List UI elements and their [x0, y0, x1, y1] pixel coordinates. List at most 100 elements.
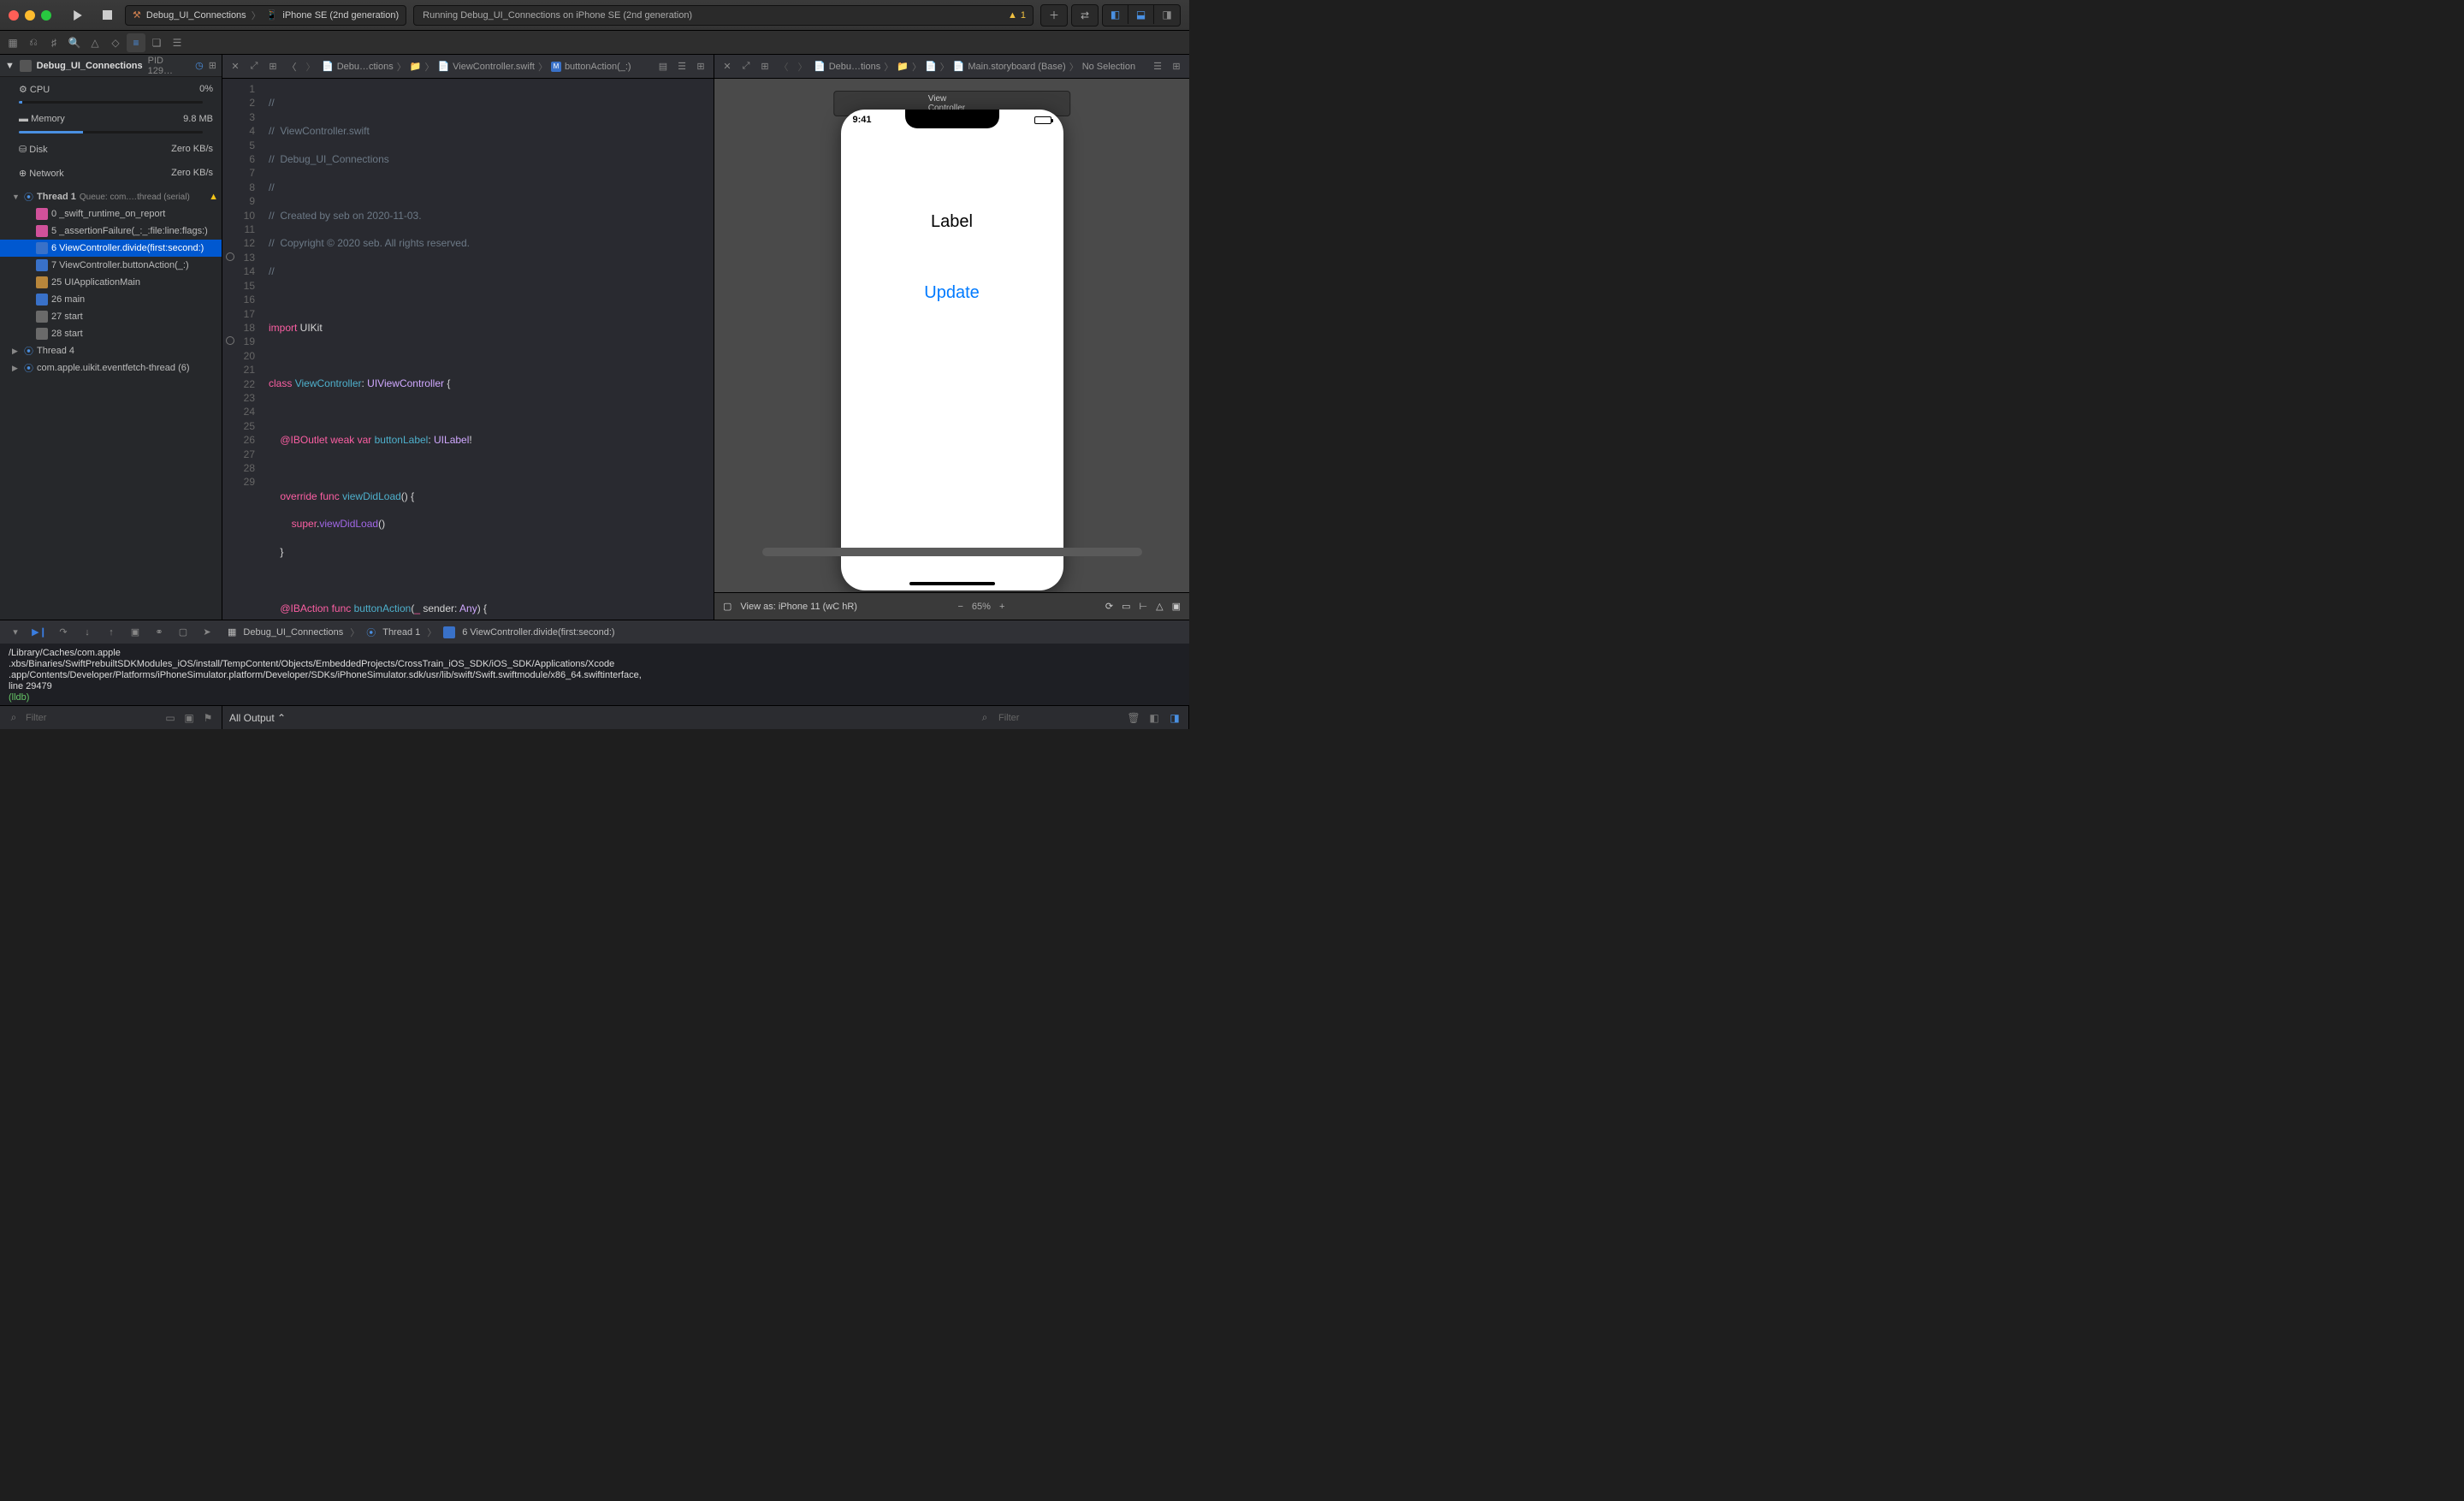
uibutton[interactable]: Update [924, 283, 980, 303]
minimap-icon[interactable]: ▤ [655, 59, 671, 74]
view-debug-icon[interactable]: ▣ [127, 624, 144, 641]
stack-frame[interactable]: 25 UIApplicationMain [0, 274, 222, 291]
console[interactable]: /Library/Caches/com.apple .xbs/Binaries/… [0, 644, 1189, 705]
test-nav-icon[interactable]: ◇ [106, 33, 125, 52]
canvas-area[interactable]: View Controller → 9:41 Label Update [714, 79, 1189, 592]
stack-frame[interactable]: 0 _swift_runtime_on_report [0, 205, 222, 222]
document-outline-toggle[interactable]: ▢ [723, 601, 732, 612]
continue-button[interactable]: ▶❙ [31, 624, 48, 641]
align-icon[interactable]: ▭ [1122, 601, 1130, 612]
stop-button[interactable] [96, 4, 118, 27]
filter-icon[interactable]: ⌕ [978, 711, 992, 724]
view-as-label[interactable]: View as: iPhone 11 (wC hR) [740, 602, 857, 612]
expand-icon[interactable]: ⤢ [738, 59, 754, 74]
navigator-filter-input[interactable] [26, 713, 158, 723]
close-tab-icon[interactable]: ✕ [720, 59, 735, 74]
expand-icon[interactable]: ⤢ [246, 59, 262, 74]
debug-crumb-frame[interactable]: 6 ViewController.divide(first:second:) [462, 627, 614, 638]
code-review-button[interactable]: ⇄ [1071, 4, 1099, 27]
console-pane-toggle[interactable]: ◨ [1168, 712, 1182, 724]
close-window-button[interactable] [9, 10, 19, 21]
canvas-scrollbar[interactable] [762, 548, 1142, 556]
frame-icon [443, 626, 455, 638]
stack-frame[interactable]: 5 _assertionFailure(_:_:file:line:flags:… [0, 222, 222, 240]
zoom-out-button[interactable]: − [957, 602, 962, 612]
filter-icon[interactable]: ⌕ [7, 711, 21, 724]
report-nav-icon[interactable]: ☰ [168, 33, 187, 52]
console-filter-input[interactable] [998, 713, 1120, 723]
zoom-in-button[interactable]: + [999, 602, 1004, 612]
cpu-metric[interactable]: ⚙ CPU0% [0, 77, 222, 101]
vars-pane-toggle[interactable]: ◧ [1147, 712, 1161, 724]
thread-1[interactable]: ▼ ⦿ Thread 1 Queue: com.…thread (serial)… [0, 188, 222, 205]
library-button[interactable]: ＋ [1040, 4, 1068, 27]
canvas-jumpbar[interactable]: ✕ ⤢ ⊞ 〈 〉 📄Debu…tions 〉📁 〉📄 〉 📄Main.stor… [714, 55, 1189, 79]
run-button[interactable] [67, 4, 89, 27]
right-pane-toggle[interactable]: ◨ [1154, 5, 1180, 24]
forward-icon[interactable]: 〉 [303, 59, 318, 74]
symbol-nav-icon[interactable]: ♯ [44, 33, 63, 52]
navigator-tabbar: ▦ ⎌ ♯ 🔍 △ ◇ ≡ ❏ ☰ [0, 31, 1189, 55]
stack-frame[interactable]: 7 ViewController.buttonAction(_:) [0, 257, 222, 274]
add-editor-icon[interactable]: ⊞ [693, 59, 708, 74]
back-icon[interactable]: 〈 [776, 59, 791, 74]
location-icon[interactable]: ➤ [198, 624, 216, 641]
related-items-icon[interactable]: ⊞ [757, 59, 773, 74]
filter-opt-2[interactable]: ▣ [182, 712, 196, 724]
memory-graph-icon[interactable]: ⚭ [151, 624, 168, 641]
project-nav-icon[interactable]: ▦ [3, 33, 22, 52]
stack-frame[interactable]: 6 ViewController.divide(first:second:) [0, 240, 222, 257]
pin-icon[interactable]: ⊢ [1140, 601, 1148, 612]
adjust-editor-icon[interactable]: ☰ [674, 59, 690, 74]
stack-frame[interactable]: 26 main [0, 291, 222, 308]
output-mode-selector[interactable]: All Output ⌃ [229, 712, 286, 724]
disk-metric[interactable]: ⛁ DiskZero KB/s [0, 137, 222, 161]
gutter[interactable]: 1234567891011121314151617181920212223242… [222, 79, 262, 620]
hide-debug-icon[interactable]: ▾ [7, 624, 24, 641]
debug-crumb-process[interactable]: Debug_UI_Connections [243, 627, 343, 638]
breakpoint-nav-icon[interactable]: ❏ [147, 33, 166, 52]
debug-nav-icon[interactable]: ≡ [127, 33, 145, 52]
stack-frame[interactable]: 28 start [0, 325, 222, 342]
close-tab-icon[interactable]: ✕ [228, 59, 243, 74]
iphone-preview[interactable]: → 9:41 Label Update [841, 110, 1063, 590]
embed-icon[interactable]: ⟳ [1105, 601, 1113, 612]
warning-badge[interactable]: ▲ 1 [1008, 10, 1026, 21]
outline-icon[interactable]: ☰ [1150, 59, 1165, 74]
process-header[interactable]: ▼ Debug_UI_Connections PID 129… ◷ ⊞ [0, 55, 222, 77]
filter-opt-3[interactable]: ⚑ [201, 712, 215, 724]
left-pane-toggle[interactable]: ◧ [1103, 5, 1128, 24]
debug-crumb-thread[interactable]: Thread 1 [382, 627, 420, 638]
scheme-selector[interactable]: ⚒ Debug_UI_Connections 〉 📱 iPhone SE (2n… [125, 5, 406, 26]
network-metric[interactable]: ⊕ NetworkZero KB/s [0, 161, 222, 185]
back-icon[interactable]: 〈 [284, 59, 299, 74]
step-over-button[interactable]: ↷ [55, 624, 72, 641]
resolve-icon[interactable]: △ [1156, 601, 1163, 612]
embed-in-icon[interactable]: ▣ [1172, 601, 1181, 612]
code-area[interactable]: 1234567891011121314151617181920212223242… [222, 79, 714, 620]
code-lines[interactable]: // // ViewController.swift // Debug_UI_C… [262, 79, 714, 620]
related-items-icon[interactable]: ⊞ [265, 59, 281, 74]
debug-navigator: ▼ Debug_UI_Connections PID 129… ◷ ⊞ ⚙ CP… [0, 55, 222, 620]
activity-status[interactable]: Running Debug_UI_Connections on iPhone S… [413, 5, 1034, 26]
bottom-pane-toggle[interactable]: ⬓ [1128, 5, 1154, 24]
memory-metric[interactable]: ▬ Memory9.8 MB [0, 107, 222, 131]
forward-icon[interactable]: 〉 [795, 59, 810, 74]
stack-frame[interactable]: 27 start [0, 308, 222, 325]
debug-bar: ▾ ▶❙ ↷ ↓ ↑ ▣ ⚭ ▢ ➤ ▦ Debug_UI_Connection… [0, 620, 1189, 644]
eventfetch-thread[interactable]: ▶⦿ com.apple.uikit.eventfetch-thread (6) [0, 359, 222, 377]
editor-jumpbar[interactable]: ✕ ⤢ ⊞ 〈 〉 📄Debu…ctions 〉 📁 〉 📄ViewContro… [222, 55, 714, 79]
add-editor-icon[interactable]: ⊞ [1169, 59, 1184, 74]
thread-4[interactable]: ▶⦿ Thread 4 [0, 342, 222, 359]
step-into-button[interactable]: ↓ [79, 624, 96, 641]
minimize-window-button[interactable] [25, 10, 35, 21]
uilabel[interactable]: Label [931, 212, 973, 232]
filter-opt-1[interactable]: ▭ [163, 712, 177, 724]
source-control-nav-icon[interactable]: ⎌ [24, 33, 43, 52]
find-nav-icon[interactable]: 🔍 [65, 33, 84, 52]
env-override-icon[interactable]: ▢ [175, 624, 192, 641]
issue-nav-icon[interactable]: △ [86, 33, 104, 52]
zoom-window-button[interactable] [41, 10, 51, 21]
step-out-button[interactable]: ↑ [103, 624, 120, 641]
trash-icon[interactable]: 🗑 [1127, 712, 1140, 724]
